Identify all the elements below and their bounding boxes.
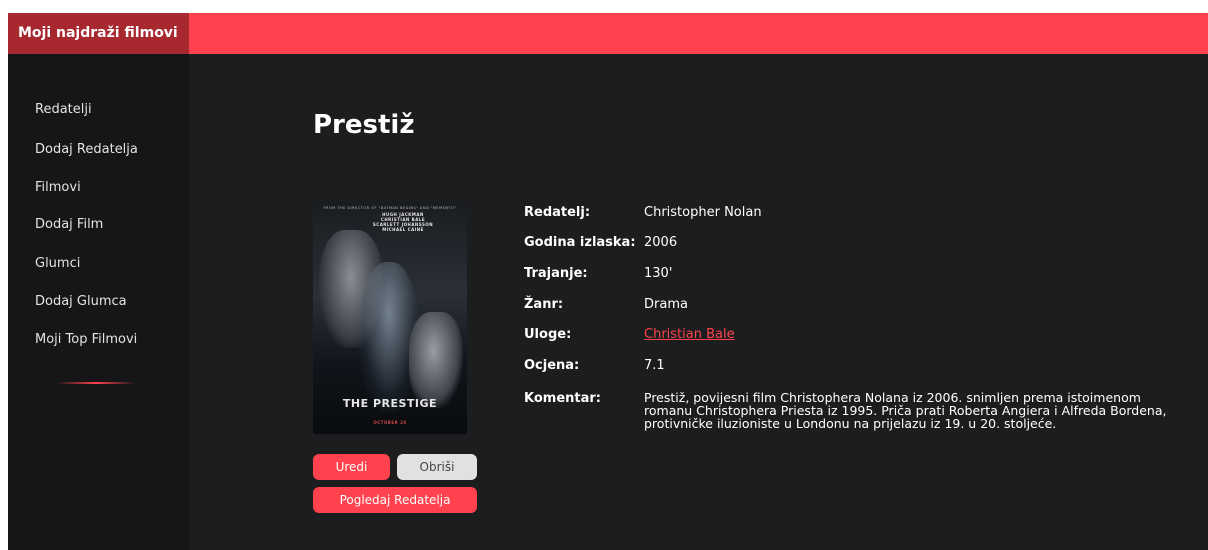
label-genre: Žanr: — [524, 297, 564, 312]
poster-cast: HUGH JACKMAN CHRISTIAN BALE SCARLETT JOH… — [353, 212, 453, 232]
view-director-button[interactable]: Pogledaj Redatelja — [313, 487, 477, 513]
poster-cast-name: MICHAEL CAINE — [382, 227, 424, 232]
roles-list: Christian Bale — [644, 327, 735, 342]
label-duration: Trajanje: — [524, 266, 588, 281]
sidebar-item-redatelji[interactable]: Redatelji — [35, 102, 92, 117]
poster-movie-name: THE PRESTIGE — [342, 397, 438, 410]
label-comment: Komentar: — [524, 391, 601, 406]
sidebar-divider — [56, 382, 136, 384]
value-duration: 130' — [644, 266, 673, 281]
label-roles: Uloge: — [524, 327, 572, 342]
sidebar-item-dodaj-glumca[interactable]: Dodaj Glumca — [35, 294, 127, 309]
value-year: 2006 — [644, 235, 678, 250]
label-rating: Ocjena: — [524, 358, 580, 373]
sidebar-item-moji-top-filmovi[interactable]: Moji Top Filmovi — [35, 332, 137, 347]
sidebar-item-glumci[interactable]: Glumci — [35, 256, 80, 271]
sidebar-item-filmovi[interactable]: Filmovi — [35, 180, 81, 195]
brand-link[interactable]: Moji najdraži filmovi — [8, 13, 189, 54]
poster-tagline: FROM THE DIRECTOR OF "BATMAN BEGINS" AND… — [323, 206, 457, 210]
value-rating: 7.1 — [644, 358, 665, 373]
sidebar-item-dodaj-film[interactable]: Dodaj Film — [35, 217, 103, 232]
value-genre: Drama — [644, 297, 688, 312]
label-director: Redatelj: — [524, 205, 591, 220]
top-navbar: Moji najdraži filmovi — [8, 13, 1208, 54]
poster-release-date: OCTOBER 20 — [373, 420, 407, 425]
app-frame: Moji najdraži filmovi Redatelji Dodaj Re… — [8, 13, 1208, 550]
poster-face-image — [409, 312, 463, 408]
value-comment: Prestiž, povijesni film Christophera Nol… — [644, 390, 1167, 431]
sidebar-item-dodaj-redatelja[interactable]: Dodaj Redatelja — [35, 142, 138, 157]
label-year: Godina izlaska: — [524, 235, 636, 250]
sidebar: Redatelji Dodaj Redatelja Filmovi Dodaj … — [8, 54, 189, 550]
edit-button[interactable]: Uredi — [313, 454, 390, 480]
movie-poster: FROM THE DIRECTOR OF "BATMAN BEGINS" AND… — [313, 202, 467, 434]
actor-link[interactable]: Christian Bale — [644, 327, 735, 342]
delete-button[interactable]: Obriši — [397, 454, 477, 480]
page-title: Prestiž — [313, 110, 415, 140]
value-director: Christopher Nolan — [644, 205, 762, 220]
